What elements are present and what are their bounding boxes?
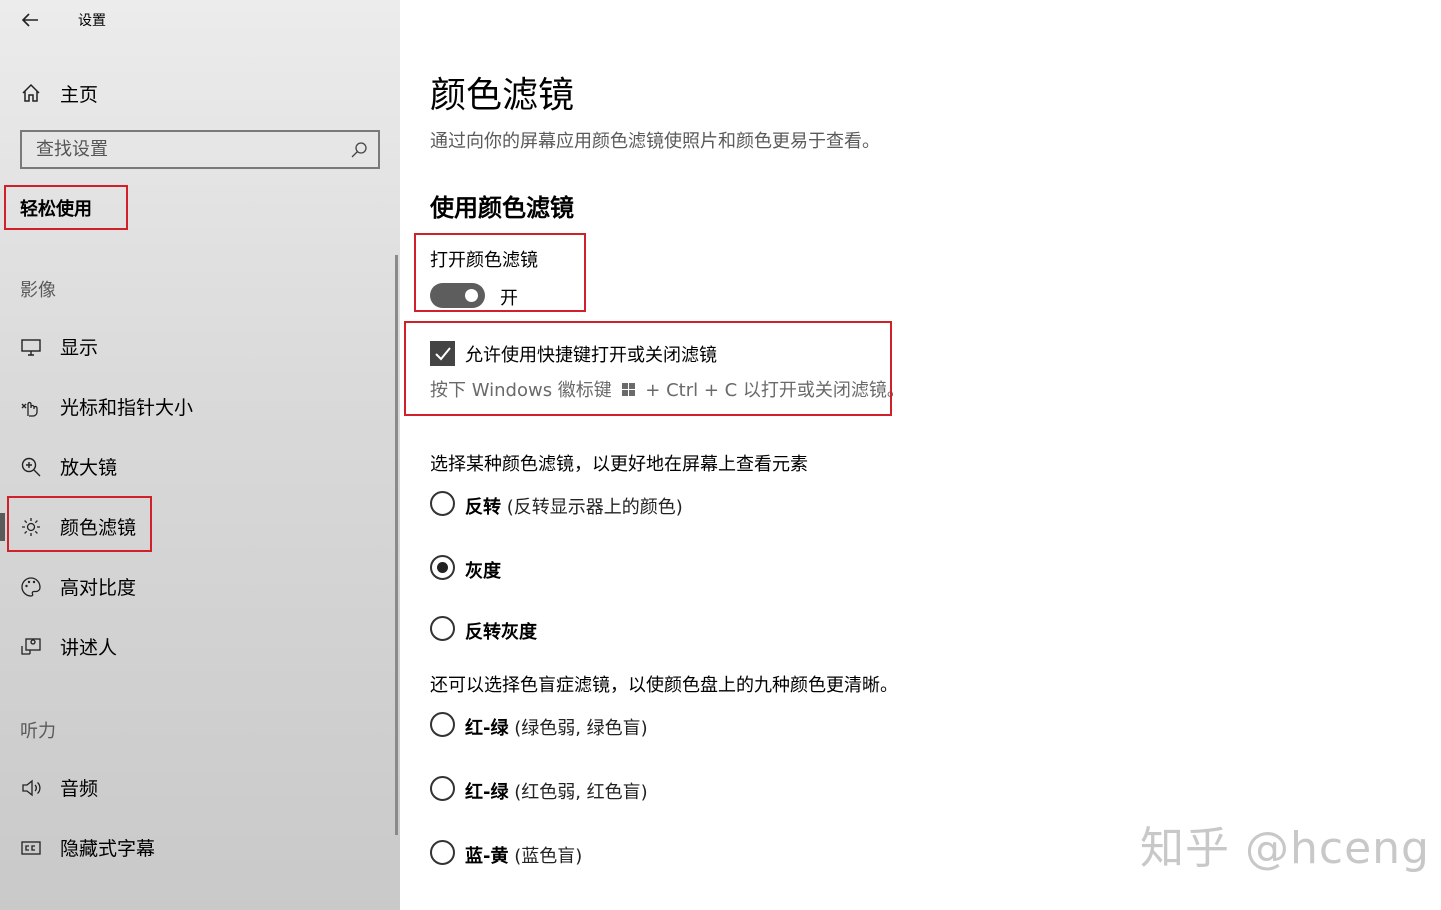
sidebar-item-display[interactable]: 显示 — [0, 319, 395, 375]
filter-prompt: 选择某种颜色滤镜，以更好地在屏幕上查看元素 — [430, 454, 808, 475]
sidebar: 设置 主页 轻松使用 影像 显示 光标和指针大小 放大镜 — [0, 0, 400, 910]
radio-invert-label[interactable]: 反转 (反转显示器上的颜色) — [465, 493, 683, 519]
sidebar-item-closed-captions[interactable]: 隐藏式字幕 — [0, 820, 395, 876]
sidebar-item-label: 主页 — [60, 84, 99, 106]
page-title: 颜色滤镜 — [430, 75, 575, 116]
narrator-icon — [20, 636, 42, 658]
section-header-hearing: 听力 — [20, 721, 56, 742]
sidebar-item-label: 光标和指针大小 — [60, 397, 194, 419]
highlight-box — [404, 321, 892, 416]
section-header-vision: 影像 — [20, 280, 56, 301]
sidebar-item-label: 讲述人 — [60, 637, 118, 659]
search-box[interactable] — [20, 130, 380, 169]
palette-icon — [20, 576, 42, 598]
sidebar-item-narrator[interactable]: 讲述人 — [0, 619, 395, 675]
section-title: 使用颜色滤镜 — [430, 194, 574, 222]
page-description: 通过向你的屏幕应用颜色滤镜使照片和颜色更易于查看。 — [430, 131, 880, 152]
pointer-hand-icon — [20, 396, 42, 418]
app-title: 设置 — [78, 13, 106, 29]
radio-inverted-grayscale-label[interactable]: 反转灰度 — [465, 618, 537, 644]
watermark: 知乎 @hceng — [1140, 823, 1430, 874]
radio-grayscale-label[interactable]: 灰度 — [465, 557, 501, 583]
radio-grayscale[interactable] — [430, 555, 455, 580]
radio-tritanopia-label[interactable]: 蓝-黄 (蓝色盲) — [465, 842, 582, 868]
closed-caption-icon — [20, 837, 42, 859]
radio-inverted-grayscale[interactable] — [430, 616, 455, 641]
sidebar-item-label: 高对比度 — [60, 577, 137, 599]
speaker-icon — [20, 777, 42, 799]
search-input[interactable] — [22, 132, 342, 167]
radio-protanopia-label[interactable]: 红-绿 (红色弱, 红色盲) — [465, 778, 648, 804]
highlight-box — [4, 185, 128, 230]
colorblind-prompt: 还可以选择色盲症滤镜，以使颜色盘上的九种颜色更清晰。 — [430, 675, 898, 696]
highlight-box — [414, 233, 586, 312]
sidebar-scrollbar[interactable] — [395, 255, 398, 835]
sidebar-item-pointer[interactable]: 光标和指针大小 — [0, 379, 395, 435]
radio-deuteranopia-label[interactable]: 红-绿 (绿色弱, 绿色盲) — [465, 714, 648, 740]
back-arrow-icon[interactable] — [18, 8, 42, 32]
title-bar: 设置 — [0, 0, 400, 40]
monitor-icon — [20, 336, 42, 358]
radio-protanopia[interactable] — [430, 776, 455, 801]
sidebar-item-label: 音频 — [60, 778, 99, 800]
sidebar-item-audio[interactable]: 音频 — [0, 760, 395, 816]
main-content: 颜色滤镜 通过向你的屏幕应用颜色滤镜使照片和颜色更易于查看。 使用颜色滤镜 打开… — [400, 0, 1441, 910]
radio-deuteranopia[interactable] — [430, 712, 455, 737]
radio-tritanopia[interactable] — [430, 840, 455, 865]
highlight-box — [7, 496, 152, 552]
magnifier-icon — [20, 456, 42, 478]
sidebar-item-magnifier[interactable]: 放大镜 — [0, 439, 395, 495]
sidebar-item-label: 显示 — [60, 337, 99, 359]
sidebar-item-high-contrast[interactable]: 高对比度 — [0, 559, 395, 615]
sidebar-item-label: 放大镜 — [60, 457, 118, 479]
search-icon[interactable] — [350, 141, 368, 159]
radio-invert[interactable] — [430, 491, 455, 516]
sidebar-item-label: 隐藏式字幕 — [60, 838, 156, 860]
home-icon — [20, 82, 42, 104]
sidebar-item-home[interactable]: 主页 — [0, 72, 400, 112]
